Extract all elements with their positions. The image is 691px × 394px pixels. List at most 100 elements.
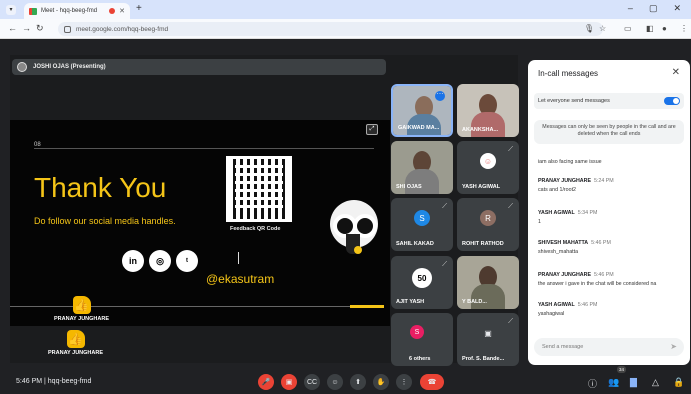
more-vert-icon: ⋮ xyxy=(400,379,408,386)
browser-tab-bar: ▾ Meet - hqq-beeg-fmd ✕ + – ▢ ✕ xyxy=(0,0,691,19)
sidebar-icon[interactable]: ◧ xyxy=(646,24,654,33)
message-time: 5:24 PM xyxy=(593,178,614,184)
url-field[interactable]: meet.google.com/hqq-beeg-fmd xyxy=(58,22,603,36)
fullscreen-toggle-icon[interactable]: ⤢ xyxy=(366,124,378,135)
message-sender: PRANAY JUNGHARE xyxy=(538,272,591,278)
slide-accent-line xyxy=(350,305,384,308)
minimize-icon[interactable]: – xyxy=(628,3,633,14)
profile-icon[interactable]: ● xyxy=(662,24,667,33)
reaction-thumbs-up: 👍 PRANAY JUNGHARE xyxy=(54,296,109,322)
speaking-indicator-icon: ⋯ xyxy=(435,91,445,101)
send-message-input[interactable]: Send a message ➤ xyxy=(534,338,684,356)
participant-tile[interactable]: AKANKSHA... xyxy=(457,84,519,137)
participant-tile[interactable]: 50 ⟋ AJIT YASH xyxy=(391,256,453,309)
emoji-icon: ☺ xyxy=(331,378,339,386)
participant-name: SAHIL KAKAD xyxy=(396,241,434,247)
slide-title: Thank You xyxy=(34,172,167,203)
captions-button[interactable]: CC xyxy=(304,374,320,390)
chat-notice: Messages can only be seen by people in t… xyxy=(534,120,684,144)
meet-favicon-icon xyxy=(29,7,37,15)
more-options-button[interactable]: ⋮ xyxy=(396,374,412,390)
message-text: cats and 1/root2 xyxy=(538,187,576,193)
others-count: 6 others xyxy=(409,356,431,362)
twitter-icon: ᵗ xyxy=(176,250,198,272)
captions-icon: CC xyxy=(306,378,318,386)
participant-tile[interactable]: ▣ ⟋ Prof. S. Bande... xyxy=(457,313,519,366)
message-sender: SHIVESH MAHATTA xyxy=(538,240,589,246)
participant-tile[interactable]: Y BALD... xyxy=(457,256,519,309)
leave-call-button[interactable]: ☎ xyxy=(420,374,444,390)
site-info-icon[interactable] xyxy=(64,25,71,33)
message-text: shivesh_mahatta xyxy=(538,249,579,255)
participant-tile[interactable]: ⋯ GAIKWAD MA... xyxy=(391,84,453,137)
meet-window: ▾ Meet - hqq-beeg-fmd ✕ + – ▢ ✕ ← → ↻ me… xyxy=(0,0,691,394)
present-button[interactable]: ⬆ xyxy=(350,374,366,390)
message-sender: PRANAY JUNGHARE xyxy=(538,178,591,184)
message-text: 1 xyxy=(538,219,541,225)
meeting-info-icon[interactable]: ⓘ xyxy=(588,377,597,390)
mic-off-icon: 🎤 xyxy=(261,379,271,386)
new-tab-icon[interactable]: + xyxy=(136,3,142,14)
camera-toggle-button[interactable]: ▣ xyxy=(281,374,297,390)
address-bar: ← → ↻ meet.google.com/hqq-beeg-fmd 🎙 ☆ ▭… xyxy=(0,19,691,39)
close-window-icon[interactable]: ✕ xyxy=(673,3,681,14)
tab-search-icon[interactable]: ▾ xyxy=(6,5,16,15)
participant-name: Prof. S. Bande... xyxy=(462,356,505,362)
participant-tile[interactable]: R ⟋ ROHIT RATHOD xyxy=(457,198,519,251)
tab-close-icon[interactable]: ✕ xyxy=(119,7,125,15)
thumbs-up-icon: 👍 xyxy=(66,330,85,348)
meeting-time-code: 5:46 PM | hqq-beeg-fmd xyxy=(16,378,92,385)
message-sender: YASH AGIWAL xyxy=(538,302,575,308)
participant-name: YASH AGIWAL xyxy=(462,184,501,190)
activities-icon[interactable]: △ xyxy=(652,377,659,388)
people-icon[interactable]: 👥 xyxy=(608,377,619,388)
reactions-button[interactable]: ☺ xyxy=(327,374,343,390)
present-screen-icon: ⬆ xyxy=(355,379,361,386)
mic-off-icon: ⟋ xyxy=(442,203,447,210)
participant-avatar: S xyxy=(410,325,424,339)
send-placeholder: Send a message xyxy=(542,344,584,350)
chat-icon[interactable]: ▇ xyxy=(630,377,637,388)
participant-avatar: R xyxy=(480,210,496,226)
thumbs-up-icon: 👍 xyxy=(72,296,91,314)
message-time: 5:46 PM xyxy=(591,240,611,246)
panel-title: In-call messages xyxy=(538,69,599,78)
message-item: PRANAY JUNGHARE 5:24 PM cats and 1/root2 xyxy=(538,178,614,193)
participant-tile[interactable]: SHI OJAS xyxy=(391,141,453,194)
mic-off-icon: ⟋ xyxy=(508,318,513,325)
mic-toggle-button[interactable]: 🎤 xyxy=(258,374,274,390)
participant-body xyxy=(405,169,439,194)
mascot-tongue xyxy=(354,246,362,254)
forward-icon[interactable]: → xyxy=(22,23,31,33)
social-handle: @ekasutram xyxy=(206,272,275,286)
reload-icon[interactable]: ↻ xyxy=(36,23,44,34)
raise-hand-button[interactable]: ✋ xyxy=(373,374,389,390)
url-text: meet.google.com/hqq-beeg-fmd xyxy=(76,25,169,33)
tab-meet[interactable]: Meet - hqq-beeg-fmd ✕ xyxy=(24,3,130,19)
back-icon[interactable]: ← xyxy=(8,23,17,33)
meet-control-bar: 5:46 PM | hqq-beeg-fmd 🎤 ▣ CC ☺ ⬆ ✋ ⋮ ☎ … xyxy=(0,370,691,394)
send-messages-toggle[interactable] xyxy=(664,97,680,105)
host-controls-icon[interactable]: 🔒 xyxy=(673,377,684,388)
recording-indicator-icon xyxy=(109,8,116,14)
participant-name: AJIT YASH xyxy=(396,299,425,305)
cast-icon[interactable]: ▭ xyxy=(624,24,632,33)
mic-off-icon: ⟋ xyxy=(508,203,513,210)
send-icon[interactable]: ➤ xyxy=(670,342,677,351)
participant-tile[interactable]: ☺ ⟋ YASH AGIWAL xyxy=(457,141,519,194)
participant-body xyxy=(471,284,505,309)
menu-kebab-icon[interactable]: ⋮ xyxy=(680,24,688,33)
participant-name: GAIKWAD MA... xyxy=(398,125,440,131)
bookmark-star-icon[interactable]: ☆ xyxy=(599,24,606,33)
message-item: YASH AGIWAL 5:34 PM 1 xyxy=(538,210,597,225)
mic-permission-icon[interactable]: 🎙 xyxy=(584,24,594,33)
panel-close-icon[interactable]: ✕ xyxy=(672,67,680,78)
participant-tile[interactable]: S ⟋ SAHIL KAKAD xyxy=(391,198,453,251)
message-time: 5:34 PM xyxy=(577,210,598,216)
hand-icon: ✋ xyxy=(376,379,386,386)
participant-name: SHI OJAS xyxy=(396,184,422,190)
maximize-icon[interactable]: ▢ xyxy=(649,3,658,14)
reaction-sender: PRANAY JUNGHARE xyxy=(48,350,104,356)
others-tile[interactable]: S 6 others xyxy=(391,313,453,366)
presenter-avatar xyxy=(17,62,27,72)
